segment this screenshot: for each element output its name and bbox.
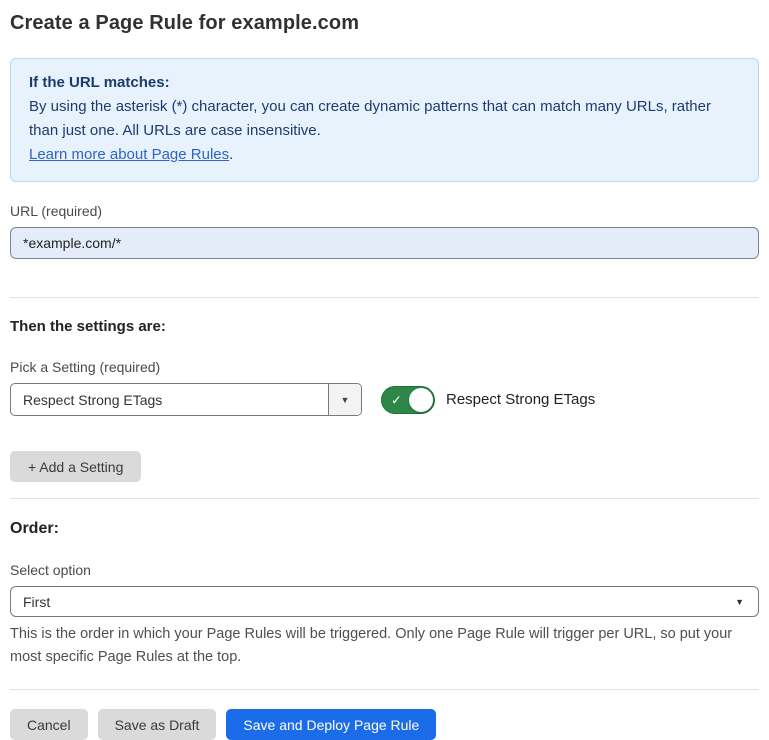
settings-section-heading: Then the settings are: [10, 318, 759, 335]
order-helper-text: This is the order in which your Page Rul… [10, 623, 755, 669]
toggle-label: Respect Strong ETags [446, 391, 595, 408]
save-and-deploy-button[interactable]: Save and Deploy Page Rule [226, 709, 436, 740]
setting-select-value: Respect Strong ETags [11, 384, 328, 415]
add-setting-button[interactable]: + Add a Setting [10, 451, 141, 482]
chevron-down-icon: ▼ [341, 395, 350, 405]
link-suffix: . [229, 146, 233, 163]
info-box-link-line: Learn more about Page Rules. [29, 143, 740, 167]
divider [10, 689, 759, 690]
setting-select[interactable]: Respect Strong ETags ▼ [10, 383, 362, 416]
order-select-label: Select option [10, 562, 759, 578]
order-select-value: First [23, 594, 50, 610]
setting-row: Respect Strong ETags ▼ ✓ Respect Strong … [10, 383, 759, 416]
url-field-label: URL (required) [10, 203, 759, 219]
url-input[interactable] [10, 227, 759, 259]
order-select[interactable]: First ▼ [10, 586, 759, 617]
setting-select-arrow-box[interactable]: ▼ [328, 384, 361, 415]
info-box-body: By using the asterisk (*) character, you… [29, 95, 740, 143]
check-icon: ✓ [391, 393, 402, 406]
setting-picker-label: Pick a Setting (required) [10, 359, 759, 375]
respect-strong-etags-toggle[interactable]: ✓ [381, 386, 435, 414]
order-section-heading: Order: [10, 520, 759, 538]
form-actions: Cancel Save as Draft Save and Deploy Pag… [10, 709, 759, 740]
page-rule-form: Create a Page Rule for example.com If th… [0, 0, 769, 740]
url-match-info-box: If the URL matches: By using the asteris… [10, 58, 759, 182]
page-title: Create a Page Rule for example.com [10, 12, 759, 35]
divider [10, 498, 759, 499]
toggle-knob [409, 388, 433, 412]
info-box-heading: If the URL matches: [29, 71, 740, 95]
learn-more-link[interactable]: Learn more about Page Rules [29, 146, 229, 163]
save-as-draft-button[interactable]: Save as Draft [98, 709, 217, 740]
divider [10, 297, 759, 298]
chevron-down-icon: ▼ [735, 597, 744, 607]
cancel-button[interactable]: Cancel [10, 709, 88, 740]
